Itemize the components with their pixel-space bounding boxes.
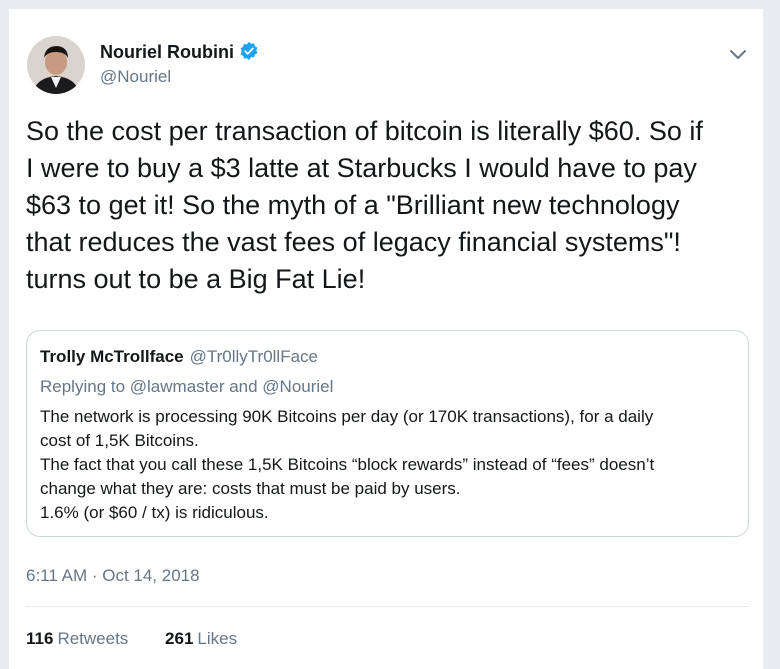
author-avatar[interactable] (27, 36, 85, 94)
tweet-stats: 116 Retweets 261 Likes (26, 629, 269, 649)
likes-count: 261 (165, 629, 194, 648)
chevron-down-icon[interactable] (727, 43, 749, 65)
quoted-replying-to: Replying to @lawmaster and @Nouriel (40, 377, 334, 396)
verified-badge-icon (239, 41, 259, 66)
quoted-author-handle: @Tr0llyTr0llFace (189, 347, 319, 366)
quoted-tweet[interactable]: Trolly McTrollface @Tr0llyTr0llFace Reply… (26, 330, 749, 537)
tweet-card: Nouriel Roubini @Nouriel So the cost per… (9, 9, 763, 669)
likes-label: Likes (197, 629, 238, 648)
retweets-count: 116 (26, 629, 54, 648)
quoted-tweet-text: The network is processing 90K Bitcoins p… (40, 407, 655, 522)
author-name[interactable]: Nouriel Roubini (100, 41, 259, 66)
quoted-tweet-header: Trolly McTrollface @Tr0llyTr0llFace (40, 347, 318, 367)
retweets-stat[interactable]: 116 Retweets (26, 629, 128, 649)
likes-stat[interactable]: 261 Likes (165, 629, 237, 649)
retweets-label: Retweets (57, 629, 129, 648)
author-handle[interactable]: @Nouriel (100, 67, 171, 87)
divider (26, 606, 749, 607)
tweet-text: So the cost per transaction of bitcoin i… (26, 116, 703, 294)
tweet-timestamp[interactable]: 6:11 AM · Oct 14, 2018 (26, 566, 200, 586)
author-name-text: Nouriel Roubini (100, 42, 234, 62)
quoted-author-name: Trolly McTrollface (40, 347, 184, 366)
